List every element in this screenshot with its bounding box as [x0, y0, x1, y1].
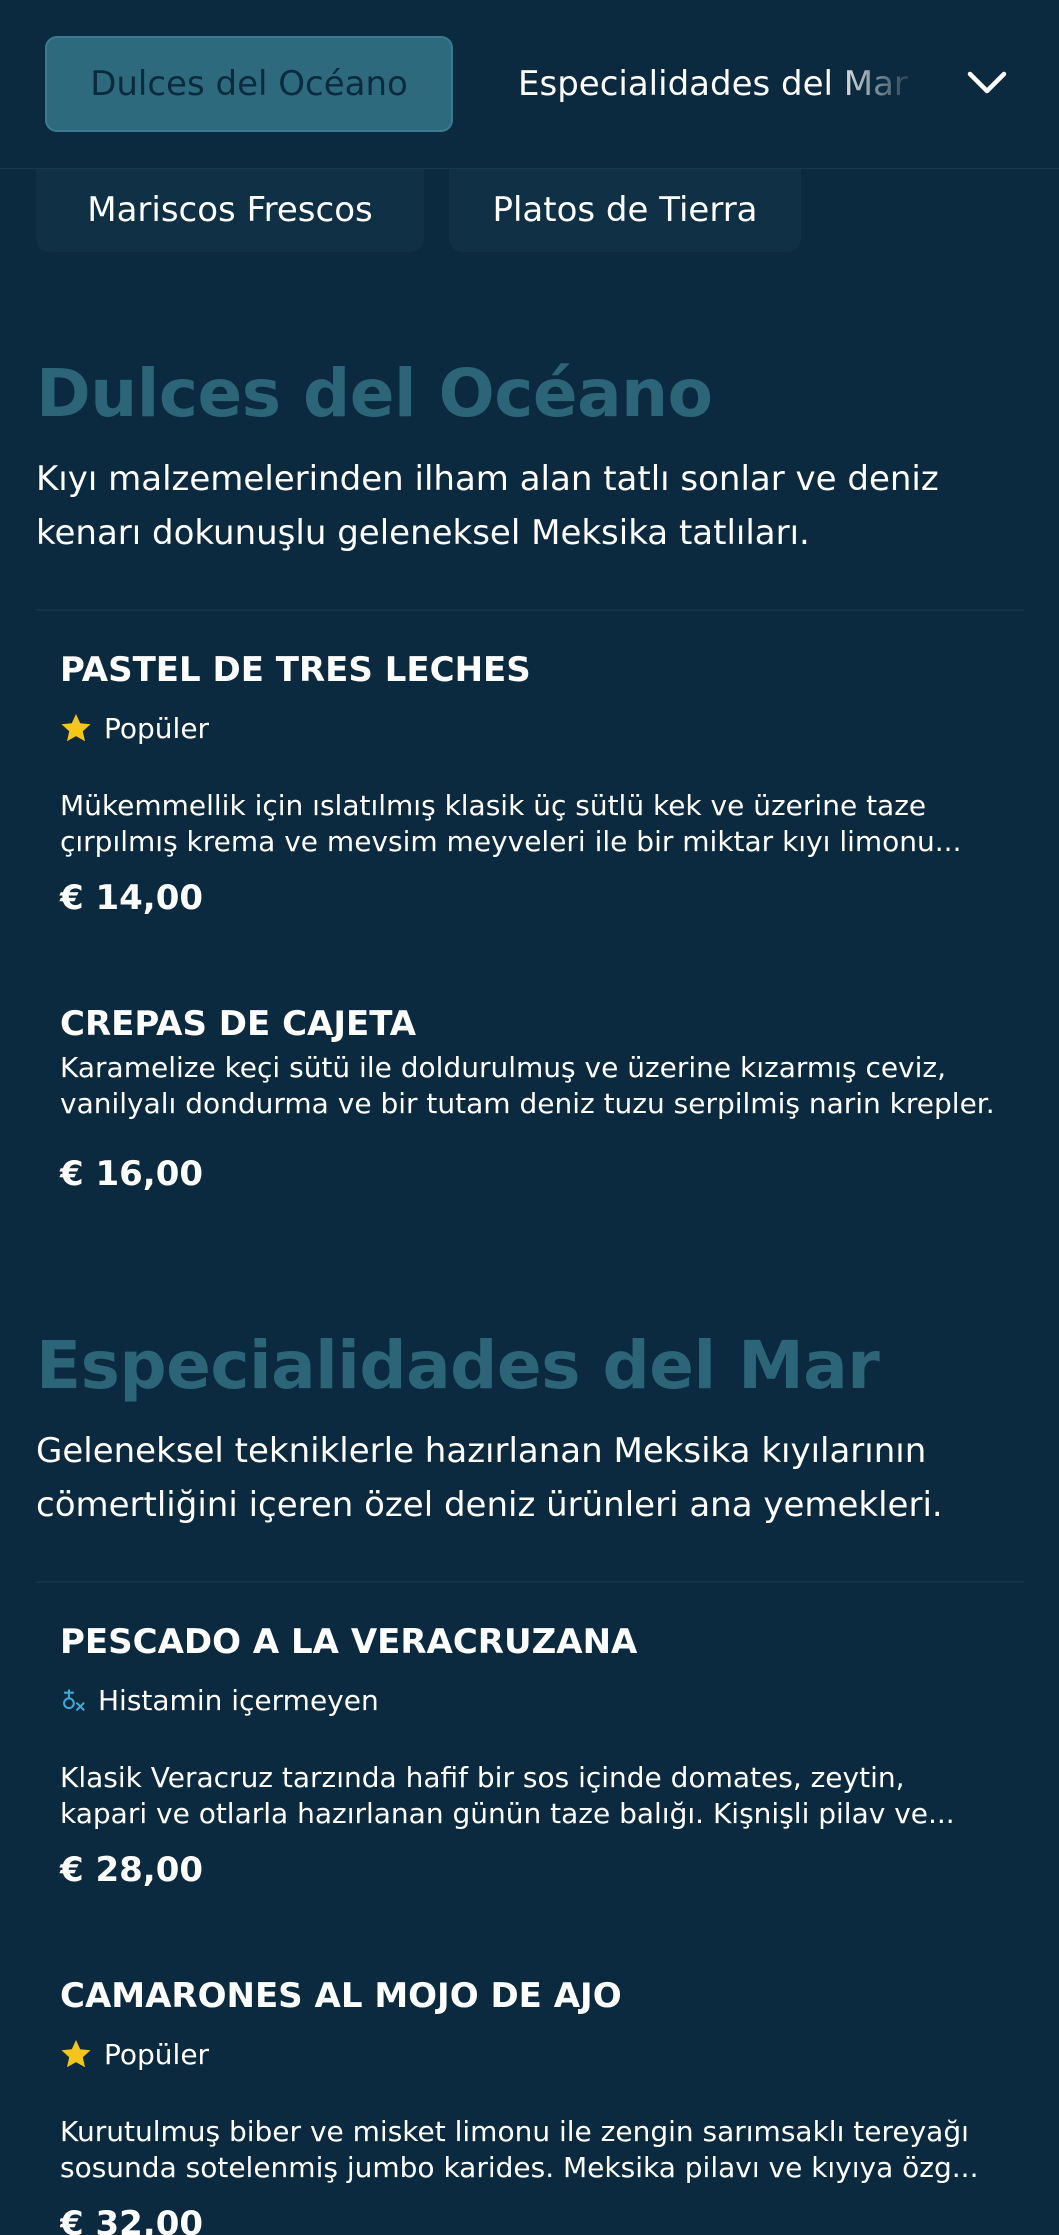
tab-platos-de-tierra[interactable]: Platos de Tierra — [449, 168, 801, 252]
item-price: € 32,00 — [60, 2204, 204, 2235]
chevron-down-icon[interactable] — [962, 58, 1012, 108]
item-name: CREPAS DE CAJETA — [60, 1004, 417, 1044]
item-name: PESCADO A LA VERACRUZANA — [60, 1622, 638, 1662]
no-histamine-icon — [63, 1689, 85, 1711]
tab-label: Especialidades del Mar — [518, 64, 908, 104]
item-price: € 28,00 — [60, 1850, 204, 1890]
tab-label: Platos de Tierra — [492, 190, 758, 230]
menu-item[interactable]: CREPAS DE CAJETA Karamelize keçi sütü il… — [60, 1004, 1000, 1204]
item-price: € 14,00 — [60, 878, 204, 918]
star-icon — [61, 2040, 91, 2068]
star-icon — [61, 714, 91, 742]
section-title: Dulces del Océano — [36, 355, 713, 432]
section-description: Geleneksel tekniklerle hazırlanan Meksik… — [36, 1431, 943, 1525]
item-description: Kurutulmuş biber ve misket limonu ile ze… — [60, 2115, 979, 2184]
badge-label: Popüler — [104, 711, 210, 745]
divider — [36, 1581, 1024, 1583]
tab-label: Dulces del Océano — [90, 64, 408, 104]
item-badge: Popüler — [60, 710, 1000, 746]
item-name: PASTEL DE TRES LECHES — [60, 650, 531, 690]
section-title: Especialidades del Mar — [36, 1327, 880, 1404]
menu-item[interactable]: PESCADO A LA VERACRUZANA Histamin içerme… — [60, 1622, 1000, 1902]
item-price: € 16,00 — [60, 1154, 204, 1194]
divider — [36, 609, 1024, 611]
item-name: CAMARONES AL MOJO DE AJO — [60, 1976, 622, 2016]
tab-label: Mariscos Frescos — [87, 190, 373, 230]
item-description: Klasik Veracruz tarzında hafif bir sos i… — [60, 1761, 955, 1830]
badge-label: Histamin içermeyen — [98, 1683, 379, 1717]
category-nav-bar: Dulces del Océano Especialidades del Mar — [0, 0, 1059, 169]
badge-label: Popüler — [104, 2037, 210, 2071]
menu-item[interactable]: PASTEL DE TRES LECHES Popüler Mükemmelli… — [60, 650, 1000, 930]
tab-dulces-del-oceano[interactable]: Dulces del Océano — [45, 36, 453, 132]
item-badge: Popüler — [60, 2036, 1000, 2072]
category-nav-row-2: Mariscos Frescos Platos de Tierra — [0, 168, 1059, 252]
section-description: Kıyı malzemelerinden ilham alan tatlı so… — [36, 459, 939, 553]
tab-mariscos-frescos[interactable]: Mariscos Frescos — [36, 168, 424, 252]
item-description: Mükemmellik için ıslatılmış klasik üç sü… — [60, 789, 962, 858]
item-badge: Histamin içermeyen — [60, 1682, 1000, 1718]
item-description: Karamelize keçi sütü ile doldurulmuş ve … — [60, 1051, 995, 1120]
menu-item[interactable]: CAMARONES AL MOJO DE AJO Popüler Kurutul… — [60, 1976, 1000, 2235]
tab-especialidades-del-mar[interactable]: Especialidades del Mar — [518, 36, 918, 132]
